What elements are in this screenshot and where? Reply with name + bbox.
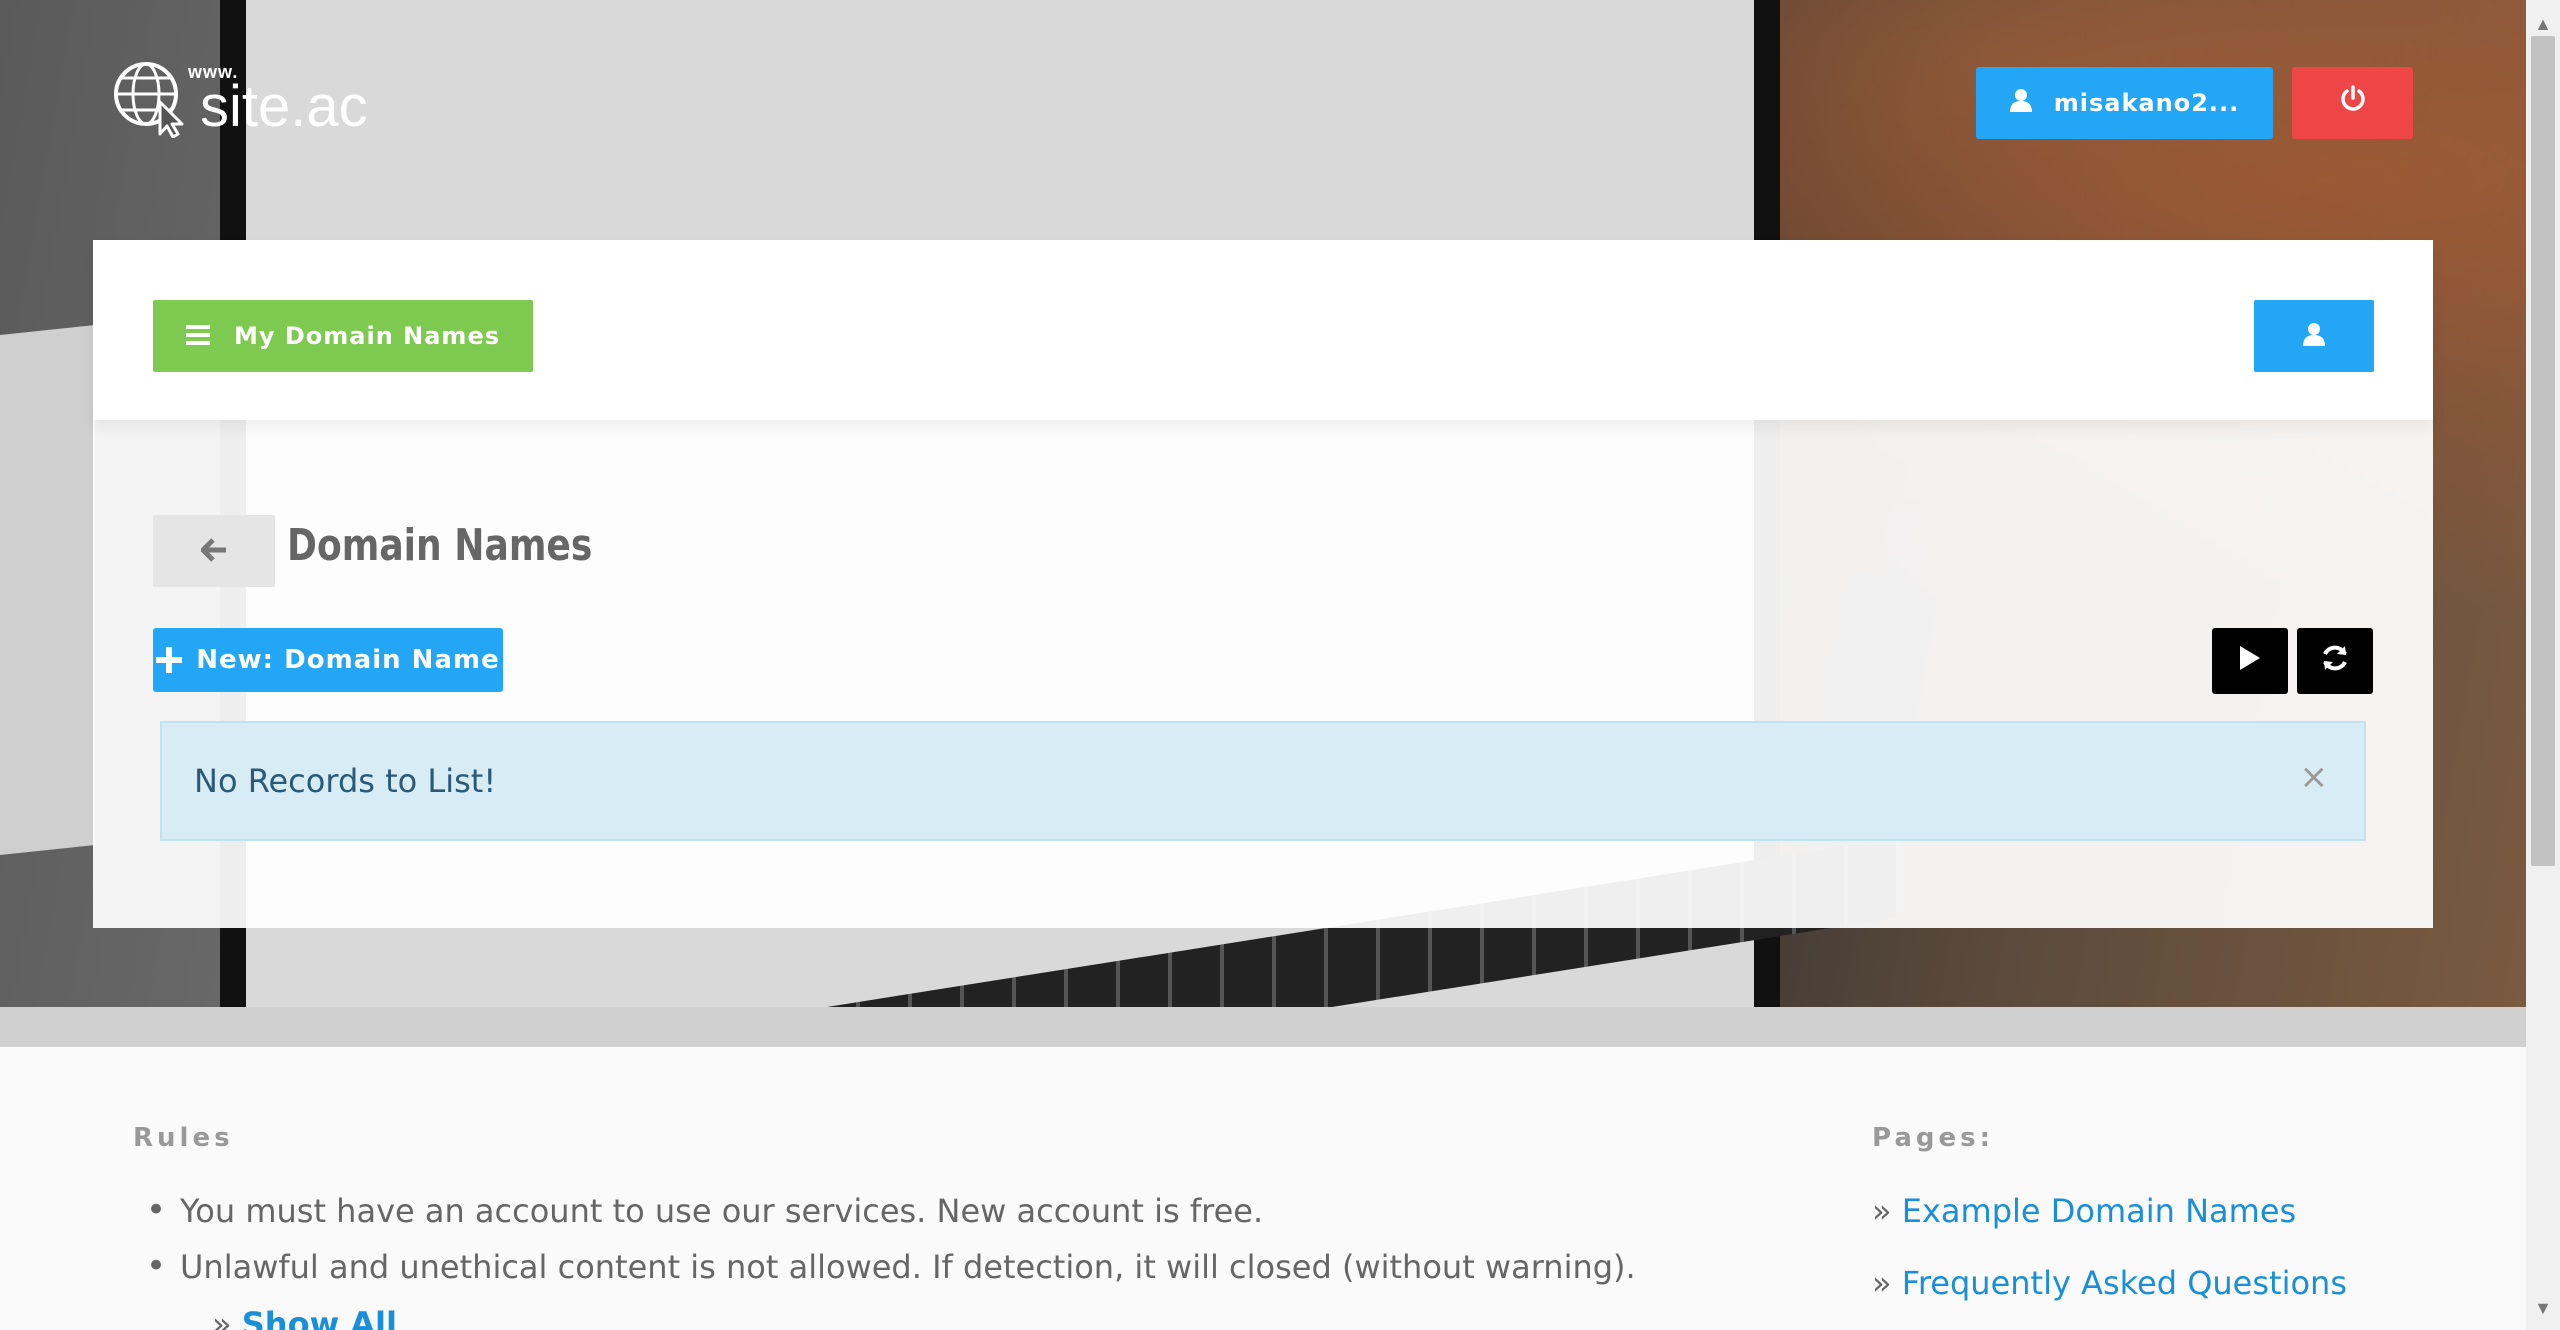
scroll-up-arrow-icon[interactable]: ▲ xyxy=(2526,14,2560,35)
rule-item: You must have an account to use our serv… xyxy=(146,1190,1636,1230)
show-all-row: » Show All xyxy=(212,1305,397,1330)
my-domain-names-button[interactable]: My Domain Names xyxy=(153,300,533,372)
main-panel: My Domain Names Domain Names New: Domain… xyxy=(93,240,2433,928)
scrollbar-thumb[interactable] xyxy=(2531,36,2555,866)
logout-button[interactable] xyxy=(2292,67,2413,139)
user-label: misakano2... xyxy=(2053,89,2240,117)
profile-button[interactable] xyxy=(2254,300,2374,372)
refresh-icon xyxy=(2320,641,2350,682)
user-icon xyxy=(2303,320,2325,353)
user-account-button[interactable]: misakano2... xyxy=(1976,67,2273,139)
page-title: Domain Names xyxy=(287,520,593,571)
logo-name-text: site.ac xyxy=(200,74,368,139)
my-domain-names-label: My Domain Names xyxy=(233,322,500,350)
power-icon xyxy=(2340,85,2366,121)
panel-toolbar: My Domain Names xyxy=(93,240,2433,420)
alert-text: No Records to List! xyxy=(194,762,497,800)
page-link-prefix: » xyxy=(1872,1192,1902,1230)
refresh-button[interactable] xyxy=(2297,628,2373,694)
no-records-alert: No Records to List! × xyxy=(160,721,2366,841)
new-domain-name-button[interactable]: New: Domain Name xyxy=(153,628,503,692)
back-button[interactable] xyxy=(153,515,275,587)
new-domain-name-label: New: Domain Name xyxy=(196,645,500,675)
globe-cursor-icon xyxy=(114,62,184,138)
show-all-link[interactable]: Show All xyxy=(242,1305,397,1330)
hamburger-icon xyxy=(185,319,210,354)
page-link-faq[interactable]: Frequently Asked Questions xyxy=(1902,1264,2347,1302)
list-item: » Example Domain Names xyxy=(1872,1192,2347,1230)
footer: Rules You must have an account to use ou… xyxy=(0,1047,2526,1330)
play-icon xyxy=(2238,642,2262,680)
rules-title: Rules xyxy=(133,1123,234,1153)
pages-list: » Example Domain Names » Frequently Aske… xyxy=(1872,1192,2347,1330)
site-logo[interactable]: www. site.ac xyxy=(110,58,368,138)
show-all-prefix: » xyxy=(212,1305,242,1330)
close-icon[interactable]: × xyxy=(2300,757,2329,797)
rule-item: Unlawful and unethical content is not al… xyxy=(146,1246,1636,1286)
scroll-down-arrow-icon[interactable]: ▼ xyxy=(2526,1298,2560,1319)
page-link-example-domain-names[interactable]: Example Domain Names xyxy=(1902,1192,2296,1230)
section-divider xyxy=(0,1007,2526,1047)
play-button[interactable] xyxy=(2212,628,2288,694)
logo-www-text: www. xyxy=(188,62,239,82)
pages-title: Pages: xyxy=(1872,1123,1995,1153)
rules-list: You must have an account to use our serv… xyxy=(146,1190,1636,1304)
plus-icon xyxy=(156,638,183,682)
user-icon xyxy=(2009,88,2032,118)
arrow-left-icon xyxy=(200,531,227,571)
page-link-prefix: » xyxy=(1872,1264,1902,1302)
vertical-scrollbar[interactable]: ▲ ▼ xyxy=(2526,0,2560,1330)
ruler-image xyxy=(0,325,95,855)
list-item: » Frequently Asked Questions xyxy=(1872,1264,2347,1302)
